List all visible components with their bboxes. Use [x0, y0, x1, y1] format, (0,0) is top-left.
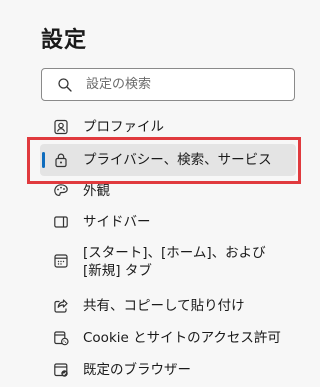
nav-item-label: 共有、コピーして貼り付け	[83, 298, 245, 314]
share-icon	[54, 299, 68, 313]
nav-item-label-line2: [新規] タブ	[83, 263, 152, 279]
nav-item-label: プロファイル	[83, 119, 164, 135]
nav-item-label: サイドバー	[83, 214, 151, 230]
search-box[interactable]	[41, 68, 295, 101]
nav-item-cookies-permissions[interactable]: Cookie とサイトのアクセス許可	[40, 322, 296, 354]
appearance-icon	[54, 184, 68, 197]
nav-item-start-home-newtab[interactable]: [スタート]、[ホーム]、および [新規] タブ	[40, 240, 296, 284]
default-browser-icon	[54, 363, 68, 377]
profile-icon	[54, 119, 68, 135]
nav-item-label: Cookie とサイトのアクセス許可	[83, 330, 281, 346]
nav-item-label: 外観	[83, 183, 110, 199]
nav-item-label-line1: [スタート]、[ホーム]、および	[83, 245, 266, 261]
annotation-highlight-box	[27, 137, 301, 184]
nav-item-label: [スタート]、[ホーム]、および [新規] タブ	[83, 244, 266, 280]
cookie-permissions-icon	[54, 331, 69, 346]
sidebar-icon	[54, 216, 68, 228]
start-home-icon	[54, 254, 68, 268]
nav-item-label: 既定のブラウザー	[83, 362, 191, 378]
search-icon	[58, 78, 72, 92]
nav-item-share-copy-paste[interactable]: 共有、コピーして貼り付け	[40, 290, 296, 322]
nav-item-default-browser[interactable]: 既定のブラウザー	[40, 354, 296, 386]
nav-item-sidebar[interactable]: サイドバー	[40, 206, 296, 238]
page-title: 設定	[41, 28, 88, 53]
search-input[interactable]	[86, 69, 286, 100]
